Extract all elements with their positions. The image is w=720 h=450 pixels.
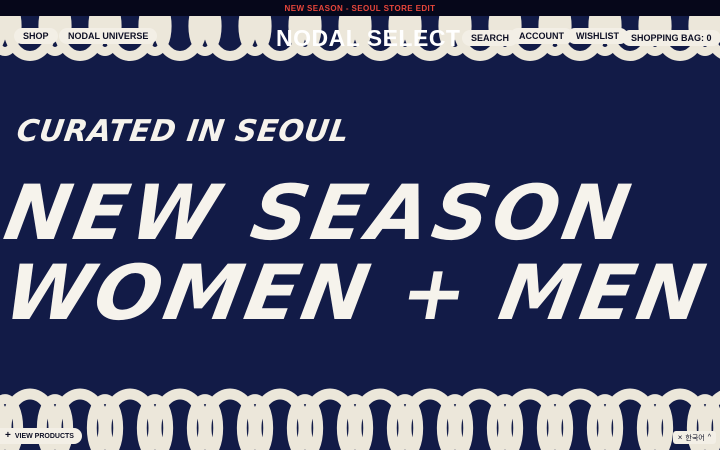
hero-kicker: CURATED IN SEOUL — [14, 114, 352, 149]
announcement-text: NEW SEASON - SEOUL STORE EDIT — [284, 3, 436, 13]
hero-headline-line-2: WOMEN + MEN — [0, 248, 715, 337]
chain-pattern-bottom — [0, 370, 720, 450]
account-label: ACCOUNT — [519, 31, 564, 41]
wishlist-label: WISHLIST — [576, 31, 619, 41]
nav-shop-label: SHOP — [23, 31, 49, 41]
page: NEW SEASON - SEOUL STORE EDIT SHOP NODAL… — [0, 0, 720, 450]
plus-icon: + — [5, 430, 11, 441]
wishlist-button[interactable]: WISHLIST — [567, 28, 628, 44]
shopping-bag-label: SHOPPING BAG: 0 — [631, 33, 712, 43]
search-label: SEARCH — [471, 33, 510, 43]
hero-headline-line-1: NEW SEASON — [0, 168, 641, 257]
announcement-bar: NEW SEASON - SEOUL STORE EDIT — [0, 0, 720, 16]
nav-nodal-universe-label: NODAL UNIVERSE — [68, 31, 149, 41]
language-label: 한국어 — [685, 434, 705, 442]
language-selector[interactable]: × 한국어 ^ — [672, 431, 716, 444]
nav-shop-button[interactable]: SHOP — [14, 28, 58, 44]
close-icon[interactable]: × — [678, 433, 683, 442]
brand-logo[interactable]: NODAL SELECT — [276, 25, 460, 52]
view-products-button[interactable]: + VIEW PRODUCTS — [0, 428, 82, 444]
chevron-up-icon: ^ — [707, 434, 711, 441]
shopping-bag-button[interactable]: SHOPPING BAG: 0 — [622, 30, 720, 46]
chain-pattern-bottom-graphic — [0, 388, 720, 450]
account-button[interactable]: ACCOUNT — [510, 28, 573, 44]
nav-nodal-universe-button[interactable]: NODAL UNIVERSE — [59, 28, 158, 44]
view-products-label: VIEW PRODUCTS — [14, 432, 74, 440]
